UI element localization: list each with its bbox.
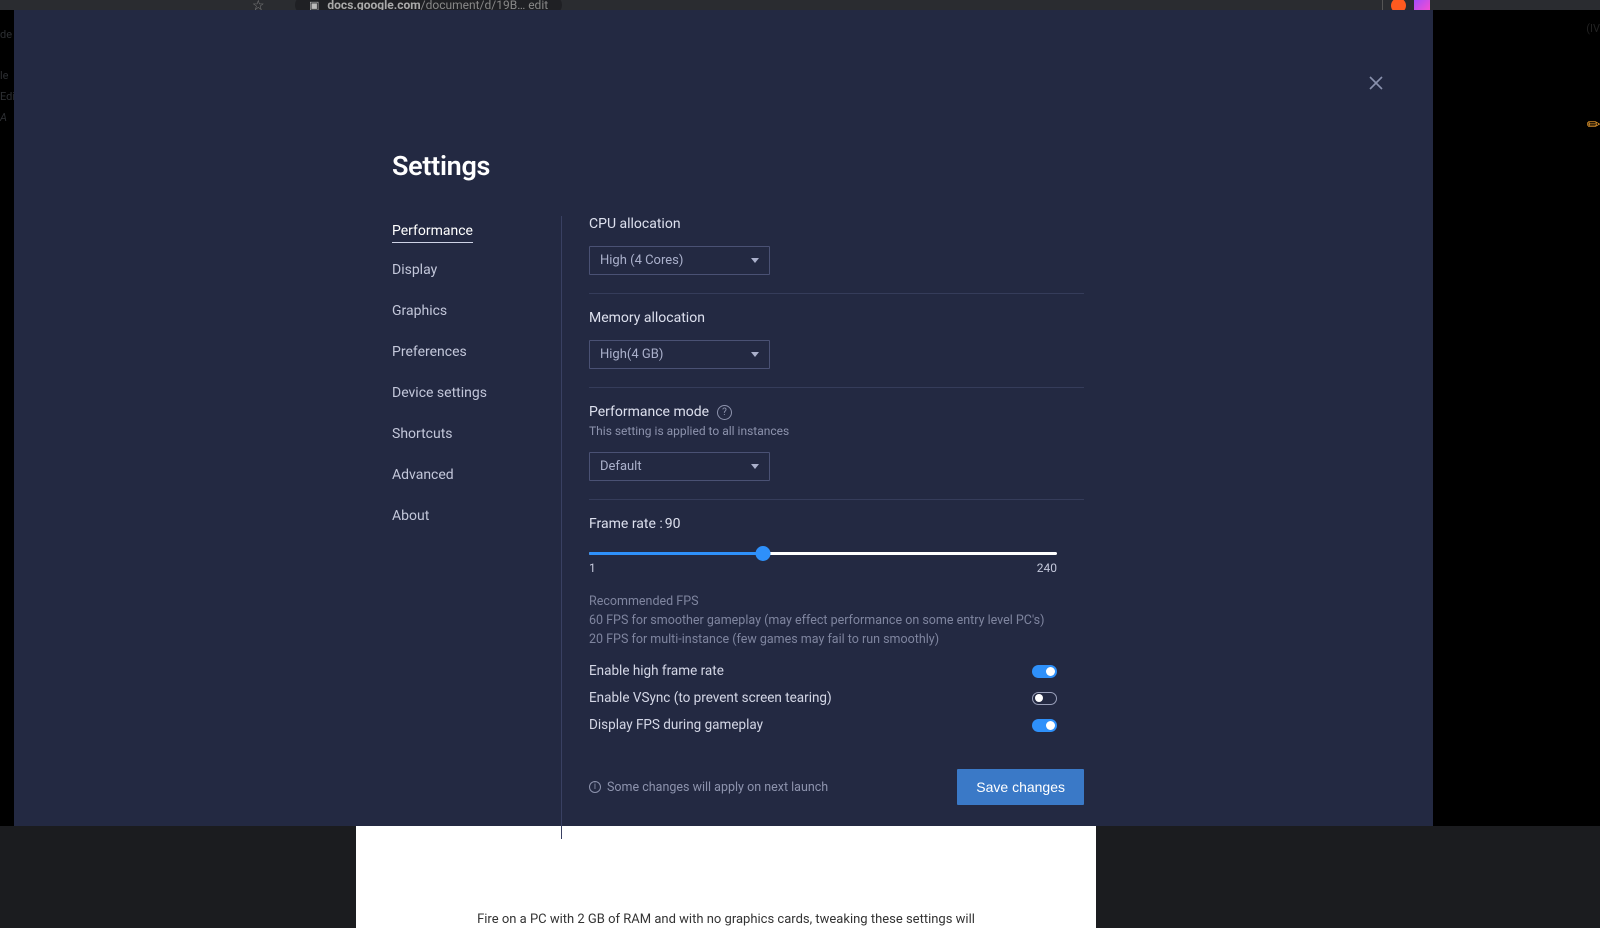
frame-rate-value: 90 — [665, 516, 681, 532]
frame-rate-slider[interactable] — [589, 552, 1057, 555]
chevron-down-icon — [751, 352, 759, 357]
sidebar-item-advanced[interactable]: Advanced — [392, 462, 454, 489]
recommended-fps-title: Recommended FPS — [589, 593, 1057, 612]
background-browser-chrome: ☆ ▣ docs.google.com/document/d/19B… edit — [0, 0, 1600, 10]
display-fps-label: Display FPS during gameplay — [589, 717, 763, 733]
sidebar-item-display[interactable]: Display — [392, 257, 437, 284]
enable-high-frame-rate-toggle[interactable] — [1032, 665, 1057, 678]
close-icon — [1369, 76, 1383, 90]
save-changes-button[interactable]: Save changes — [957, 769, 1084, 805]
settings-modal: Settings Performance Display Graphics Pr… — [14, 10, 1433, 826]
info-icon: i — [589, 781, 601, 793]
performance-mode-label: Performance mode — [589, 404, 709, 420]
help-icon[interactable]: ? — [717, 405, 732, 420]
display-fps-toggle[interactable] — [1032, 719, 1057, 732]
recommended-fps-body: 60 FPS for smoother gameplay (may effect… — [589, 612, 1057, 650]
chevron-down-icon — [751, 464, 759, 469]
slider-max: 240 — [1037, 561, 1057, 575]
sidebar-item-preferences[interactable]: Preferences — [392, 339, 467, 366]
memory-allocation-label: Memory allocation — [589, 310, 1084, 326]
performance-mode-select[interactable]: Default — [589, 452, 770, 481]
background-bottom: Fire on a PC with 2 GB of RAM and with n… — [0, 826, 1600, 928]
chevron-down-icon — [751, 258, 759, 263]
background-left-strip: de le Edi A — [0, 20, 14, 132]
main-panel: CPU allocation High (4 Cores) Memory all… — [562, 216, 1084, 839]
enable-vsync-toggle[interactable] — [1032, 692, 1057, 705]
pencil-icon: ✎ — [1582, 113, 1600, 136]
performance-mode-value: Default — [600, 459, 642, 474]
background-article-text: Fire on a PC with 2 GB of RAM and with n… — [356, 826, 1096, 928]
page-title: Settings — [392, 150, 1084, 182]
performance-mode-sub: This setting is applied to all instances — [589, 424, 1084, 438]
restart-notice: Some changes will apply on next launch — [607, 780, 828, 795]
sidebar-item-about[interactable]: About — [392, 503, 429, 530]
background-right-text: (IV — [1586, 22, 1600, 35]
sidebar-item-device-settings[interactable]: Device settings — [392, 380, 487, 407]
close-button[interactable] — [1366, 73, 1386, 93]
cpu-allocation-label: CPU allocation — [589, 216, 1084, 232]
cpu-allocation-select[interactable]: High (4 Cores) — [589, 246, 770, 275]
sidebar-item-shortcuts[interactable]: Shortcuts — [392, 421, 453, 448]
enable-high-frame-rate-label: Enable high frame rate — [589, 663, 724, 679]
enable-vsync-label: Enable VSync (to prevent screen tearing) — [589, 690, 832, 706]
sidebar-item-graphics[interactable]: Graphics — [392, 298, 447, 325]
memory-allocation-value: High(4 GB) — [600, 347, 663, 362]
slider-thumb[interactable] — [756, 546, 771, 561]
memory-allocation-select[interactable]: High(4 GB) — [589, 340, 770, 369]
sidebar-item-performance[interactable]: Performance — [392, 218, 473, 243]
frame-rate-label-prefix: Frame rate : — [589, 516, 663, 532]
cpu-allocation-value: High (4 Cores) — [600, 253, 683, 268]
settings-sidebar: Performance Display Graphics Preferences… — [392, 216, 562, 839]
slider-min: 1 — [589, 561, 596, 575]
slider-fill — [589, 552, 763, 555]
